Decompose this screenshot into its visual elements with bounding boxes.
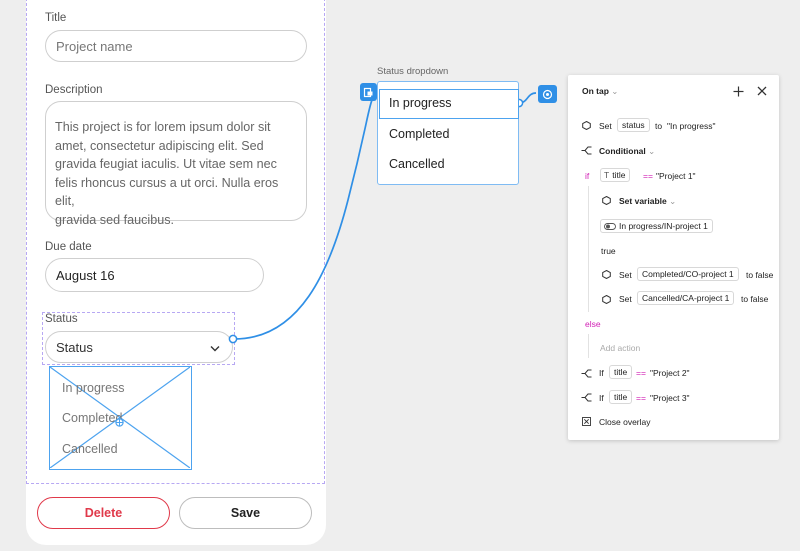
text-type-icon: T [604, 170, 610, 180]
branch-icon [581, 368, 592, 378]
trigger-label: On tap [582, 86, 609, 96]
variable-icon [601, 269, 611, 279]
conditional-label: Conditional [599, 146, 646, 156]
dropdown-option-in-progress[interactable]: In progress [389, 96, 452, 110]
if-keyword: If [599, 393, 604, 403]
variable-chip[interactable]: Cancelled/CA-project 1 [637, 291, 735, 305]
set-word: Set [619, 270, 632, 280]
plus-icon[interactable] [731, 84, 745, 98]
trigger-dropdown[interactable]: On tap ⌄ [582, 86, 618, 97]
variable-icon [601, 294, 611, 304]
if-keyword: If [599, 368, 604, 378]
variable-icon [601, 195, 611, 205]
dropdown-option-cancelled[interactable]: Cancelled [389, 157, 445, 171]
branch-guide-line [588, 186, 589, 312]
compare-value[interactable]: "Project 3" [650, 393, 690, 403]
close-overlay-action[interactable]: Close overlay [599, 417, 651, 427]
chevron-down-icon: ⌄ [669, 196, 677, 206]
close-icon[interactable] [755, 84, 769, 98]
to-word: to [655, 121, 663, 131]
title-chip-label: title [612, 170, 626, 180]
set-word: Set [599, 121, 612, 131]
overlay-destination-icon[interactable] [360, 83, 377, 101]
equals-operator: == [636, 393, 646, 403]
toggle-icon [604, 221, 616, 233]
frame-name-label: Status dropdown [377, 66, 449, 77]
set-variable-label: Set variable [619, 196, 667, 206]
variable-icon [581, 120, 591, 130]
variable-chip[interactable]: status [617, 118, 650, 132]
title-variable-chip[interactable]: Ttitle [600, 168, 631, 182]
compare-value[interactable]: "Project 1" [656, 171, 696, 181]
chevron-down-icon: ⌄ [648, 146, 656, 156]
value-text[interactable]: "In progress" [667, 121, 716, 131]
branch-icon [581, 392, 592, 402]
title-variable-chip[interactable]: title [609, 365, 633, 379]
if-keyword: if [585, 171, 590, 181]
interaction-trigger-icon[interactable] [538, 85, 557, 103]
boolean-variable-chip[interactable]: In progress/IN-project 1 [600, 219, 713, 233]
branch-guide-line [588, 334, 589, 358]
chevron-down-icon: ⌄ [611, 86, 619, 96]
title-variable-chip[interactable]: title [609, 390, 633, 404]
boolean-variable-label: In progress/IN-project 1 [619, 221, 708, 231]
else-keyword: else [585, 319, 601, 329]
set-word: Set [619, 294, 632, 304]
variable-chip[interactable]: Completed/CO-project 1 [637, 267, 739, 281]
connection-wire-status [232, 99, 373, 340]
equals-operator: == [643, 171, 653, 181]
value-text[interactable]: to false [746, 270, 773, 280]
dropdown-option-completed[interactable]: Completed [389, 127, 449, 141]
true-value[interactable]: true [601, 246, 616, 256]
equals-operator: == [636, 368, 646, 378]
add-action-button[interactable]: Add action [600, 343, 640, 353]
connection-handle [228, 334, 238, 344]
set-variable-dropdown[interactable]: Set variable ⌄ [619, 196, 676, 207]
conditional-dropdown[interactable]: Conditional ⌄ [599, 146, 655, 157]
branch-icon [581, 145, 592, 155]
close-overlay-icon [581, 416, 591, 426]
value-text[interactable]: to false [741, 294, 768, 304]
compare-value[interactable]: "Project 2" [650, 368, 690, 378]
